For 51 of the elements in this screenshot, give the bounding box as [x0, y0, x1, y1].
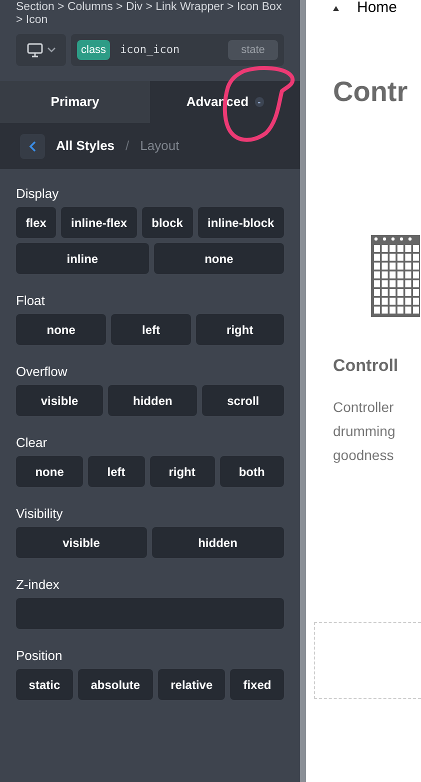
option-button[interactable]: hidden	[108, 385, 198, 416]
option-button[interactable]: flex	[16, 207, 56, 238]
group-label: Float	[16, 292, 46, 309]
option-button[interactable]: none	[154, 243, 284, 274]
option-button[interactable]: inline-flex	[61, 207, 137, 238]
group-label: Visibility	[16, 505, 64, 522]
group-label: Overflow	[16, 363, 68, 380]
panel-tab[interactable]: Primary	[0, 81, 150, 123]
card-text-line: goodness	[333, 446, 395, 465]
option-button[interactable]: absolute	[78, 669, 153, 700]
option-button[interactable]: none	[16, 314, 106, 345]
device-selector[interactable]	[16, 34, 66, 66]
option-button[interactable]: hidden	[152, 527, 284, 558]
card-text-line: Controller	[333, 398, 395, 417]
class-name: icon_icon	[120, 42, 181, 58]
group-label: Z-index	[16, 576, 60, 593]
option-button[interactable]: inline	[16, 243, 149, 274]
option-button[interactable]: block	[142, 207, 193, 238]
card-text-line: drumming	[333, 422, 396, 441]
chevron-down-icon	[46, 47, 56, 53]
option-button[interactable]: relative	[158, 669, 226, 700]
current-section: All Styles	[56, 136, 115, 156]
option-button[interactable]: visible	[16, 527, 147, 558]
option-button[interactable]: scroll	[202, 385, 284, 416]
breadcrumb[interactable]: Section > Columns > Div > Link Wrapper > Icon Box > Icon	[0, 0, 300, 27]
option-button[interactable]: left	[111, 314, 191, 345]
triangle-icon	[333, 6, 339, 10]
class-chip: class	[77, 40, 110, 60]
option-button[interactable]: both	[220, 456, 284, 487]
group-label: Position	[16, 647, 64, 664]
group-label: Display	[16, 185, 60, 202]
option-button[interactable]: right	[150, 456, 215, 487]
option-button[interactable]: static	[16, 669, 73, 700]
tab-badge: -	[254, 97, 264, 107]
option-button[interactable]: left	[88, 456, 145, 487]
nav-link[interactable]: Home	[357, 0, 398, 20]
chevron-left-icon	[29, 140, 36, 152]
back-button[interactable]	[20, 134, 45, 158]
option-button[interactable]: visible	[16, 385, 104, 416]
input-field[interactable]	[16, 598, 284, 629]
class-selector[interactable]: class icon_icon state	[71, 34, 284, 66]
group-label: Clear	[16, 434, 48, 451]
section-link[interactable]: Layout	[140, 136, 180, 156]
breadcrumb-separator: /	[126, 137, 130, 156]
monitor-icon	[26, 42, 42, 58]
option-button[interactable]: right	[196, 314, 284, 345]
option-button[interactable]: fixed	[230, 669, 284, 700]
page-heading: Contr	[333, 75, 409, 109]
option-button[interactable]: inline-block	[198, 207, 284, 238]
card-title: Controll	[333, 355, 400, 377]
option-button[interactable]: none	[16, 456, 84, 487]
